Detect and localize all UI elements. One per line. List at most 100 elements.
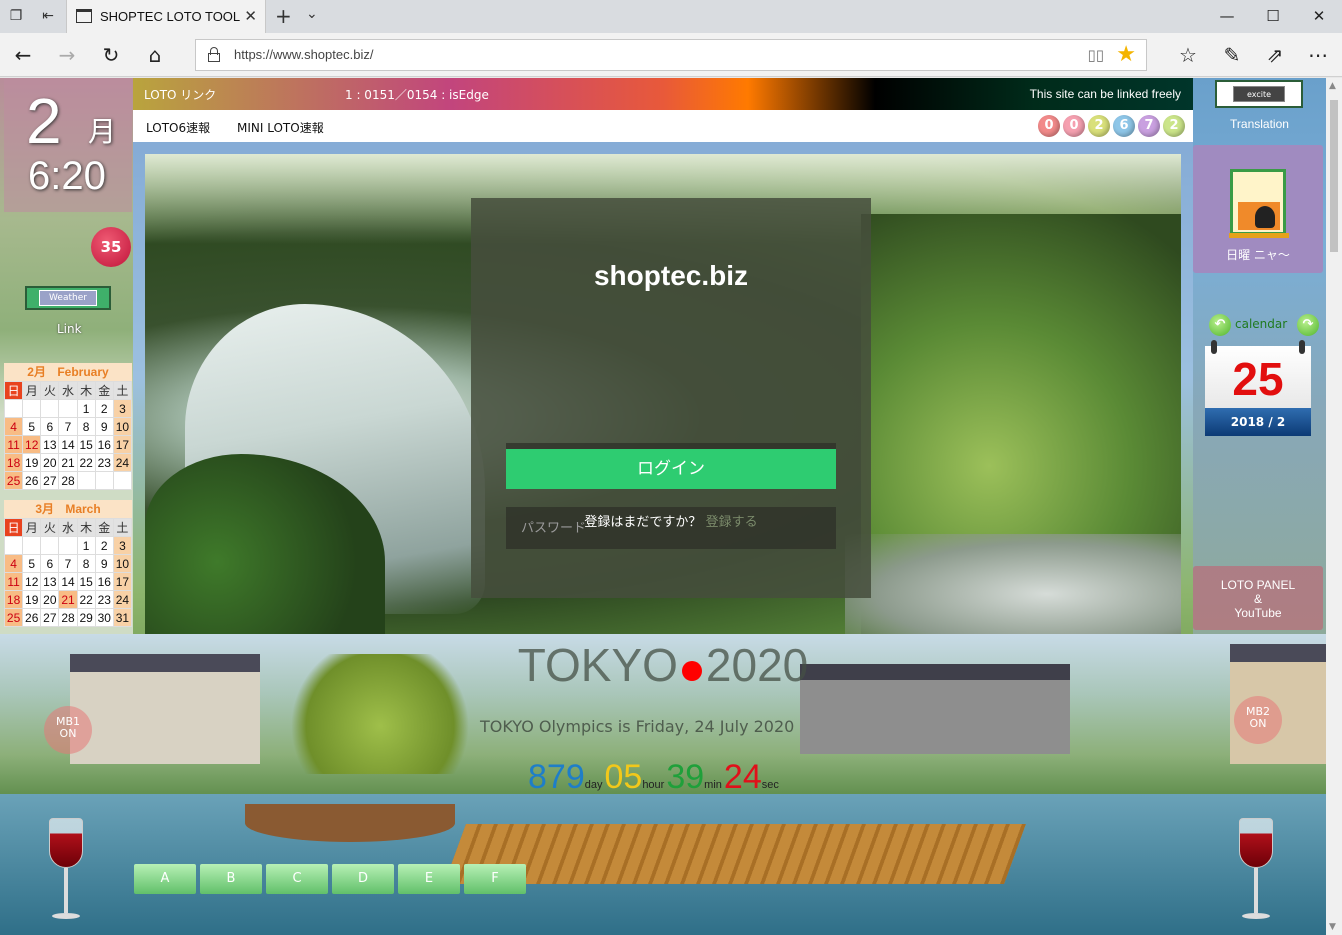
- calendar-day[interactable]: 24: [112, 590, 133, 609]
- calendar-day[interactable]: 9: [94, 554, 114, 573]
- scroll-up-icon[interactable]: ▲: [1329, 81, 1336, 91]
- calendar-day[interactable]: 28: [58, 608, 78, 627]
- calendar-day[interactable]: 1: [76, 536, 96, 555]
- share-icon[interactable]: ⇗: [1262, 42, 1288, 68]
- page-scrollbar[interactable]: ▲ ▼: [1326, 78, 1342, 935]
- bottom-tab-d[interactable]: D: [332, 864, 394, 894]
- calendar-day[interactable]: 23: [94, 590, 114, 609]
- calendar-day[interactable]: 10: [112, 554, 133, 573]
- calendar-day[interactable]: 21: [58, 453, 78, 472]
- calendar-day[interactable]: 11: [3, 572, 24, 591]
- calendar-day[interactable]: 7: [58, 554, 78, 573]
- loto-links-label[interactable]: LOTO リンク: [144, 86, 216, 103]
- calendar-day[interactable]: 12: [22, 435, 42, 454]
- calendar-day[interactable]: 13: [40, 572, 60, 591]
- calendar-day[interactable]: 27: [40, 608, 60, 627]
- calendar-day[interactable]: 25: [3, 608, 24, 627]
- excite-translate-button[interactable]: excite: [1215, 80, 1303, 108]
- calendar-day[interactable]: 20: [40, 453, 60, 472]
- login-button[interactable]: ログイン: [506, 449, 836, 489]
- minimize-icon[interactable]: —: [1204, 0, 1250, 33]
- bottom-tab-c[interactable]: C: [266, 864, 328, 894]
- calendar-day[interactable]: 2: [94, 536, 114, 555]
- calendar-day[interactable]: 5: [22, 417, 42, 436]
- calendar-day[interactable]: 27: [40, 471, 60, 490]
- calendar-day[interactable]: 3: [112, 399, 133, 418]
- calendar-day[interactable]: 15: [76, 435, 96, 454]
- calendar-day[interactable]: 1: [76, 399, 96, 418]
- tab-list-icon[interactable]: ❐: [6, 6, 26, 26]
- calendar-day[interactable]: 8: [76, 554, 96, 573]
- tab-preview-chevron-icon[interactable]: ⌄: [306, 6, 318, 22]
- loto-panel-youtube-button[interactable]: LOTO PANEL & YouTube: [1193, 566, 1323, 630]
- calendar-day[interactable]: 8: [76, 417, 96, 436]
- calendar-day[interactable]: 24: [112, 453, 133, 472]
- calendar-day[interactable]: 16: [94, 572, 114, 591]
- calendar-day[interactable]: 14: [58, 572, 78, 591]
- calendar-day[interactable]: 22: [76, 590, 96, 609]
- mb1-toggle[interactable]: MB1 ON: [44, 706, 92, 754]
- register-link[interactable]: 登録する: [706, 515, 758, 530]
- calendar-day[interactable]: 14: [58, 435, 78, 454]
- calendar-day[interactable]: 18: [3, 590, 24, 609]
- close-window-icon[interactable]: ✕: [1296, 0, 1342, 33]
- calendar-prev-icon[interactable]: ↶: [1209, 314, 1231, 336]
- reading-view-icon[interactable]: ▯▯: [1087, 46, 1104, 64]
- calendar-day[interactable]: 16: [94, 435, 114, 454]
- calendar-day[interactable]: 2: [94, 399, 114, 418]
- calendar-day[interactable]: 7: [58, 417, 78, 436]
- menu-mini-loto[interactable]: MINI LOTO速報: [237, 119, 324, 136]
- calendar-day[interactable]: 30: [94, 608, 114, 627]
- link-label[interactable]: Link: [57, 322, 82, 336]
- calendar-day[interactable]: 20: [40, 590, 60, 609]
- calendar-day[interactable]: 12: [22, 572, 42, 591]
- calendar-day[interactable]: 5: [22, 554, 42, 573]
- calendar-day[interactable]: 31: [112, 608, 133, 627]
- calendar-day[interactable]: 19: [22, 590, 42, 609]
- maximize-icon[interactable]: ☐: [1250, 0, 1296, 33]
- home-icon[interactable]: ⌂: [142, 42, 168, 68]
- cat-window-panel[interactable]: 日曜 ニャ〜: [1193, 145, 1323, 273]
- calendar-day[interactable]: 6: [40, 554, 60, 573]
- scroll-down-icon[interactable]: ▼: [1329, 922, 1336, 932]
- calendar-day[interactable]: 18: [3, 453, 24, 472]
- calendar-day[interactable]: 15: [76, 572, 96, 591]
- calendar-day[interactable]: 21: [58, 590, 78, 609]
- calendar-day[interactable]: 23: [94, 453, 114, 472]
- calendar-day[interactable]: 25: [3, 471, 24, 490]
- set-aside-tabs-icon[interactable]: ⇤: [38, 6, 58, 26]
- calendar-day[interactable]: 28: [58, 471, 78, 490]
- back-icon[interactable]: ←: [10, 42, 36, 68]
- calendar-day[interactable]: 9: [94, 417, 114, 436]
- calendar-day[interactable]: 26: [22, 608, 42, 627]
- calendar-day[interactable]: 17: [112, 572, 133, 591]
- browser-tab[interactable]: SHOPTEC LOTO TOOL ✕: [66, 0, 266, 33]
- translation-label[interactable]: Translation: [1193, 117, 1326, 131]
- calendar-day[interactable]: 22: [76, 453, 96, 472]
- mb2-toggle[interactable]: MB2 ON: [1234, 696, 1282, 744]
- forward-icon[interactable]: →: [54, 42, 80, 68]
- bottom-tab-a[interactable]: A: [134, 864, 196, 894]
- bottom-tab-e[interactable]: E: [398, 864, 460, 894]
- calendar-next-icon[interactable]: ↷: [1297, 314, 1319, 336]
- calendar-day[interactable]: 19: [22, 453, 42, 472]
- calendar-day[interactable]: 10: [112, 417, 133, 436]
- web-note-icon[interactable]: ✎: [1219, 42, 1245, 68]
- tab-close-icon[interactable]: ✕: [244, 7, 257, 25]
- bottom-tab-f[interactable]: F: [464, 864, 526, 894]
- calendar-day[interactable]: 6: [40, 417, 60, 436]
- more-menu-icon[interactable]: ⋯: [1305, 42, 1331, 68]
- calendar-day[interactable]: 4: [3, 417, 24, 436]
- calendar-day[interactable]: 29: [76, 608, 96, 627]
- new-tab-icon[interactable]: +: [275, 4, 292, 28]
- calendar-day[interactable]: 4: [3, 554, 24, 573]
- number-badge[interactable]: 35: [91, 227, 131, 267]
- calendar-day[interactable]: 17: [112, 435, 133, 454]
- bottom-tab-b[interactable]: B: [200, 864, 262, 894]
- menu-loto6[interactable]: LOTO6速報: [146, 119, 210, 136]
- refresh-icon[interactable]: ↻: [98, 42, 124, 68]
- favorite-star-icon[interactable]: ★: [1116, 42, 1136, 67]
- calendar-day[interactable]: 3: [112, 536, 133, 555]
- weather-button[interactable]: Weather: [25, 286, 111, 310]
- favorites-list-icon[interactable]: ☆: [1175, 42, 1201, 68]
